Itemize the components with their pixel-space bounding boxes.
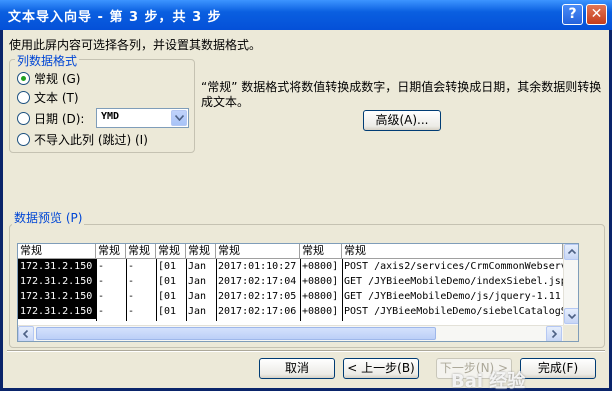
chevron-up-icon	[567, 248, 577, 255]
table-cell[interactable]: 2017:02:17:04	[216, 274, 300, 289]
column-header[interactable]: 常规	[186, 244, 216, 259]
radio-text-label: 文本 (T)	[34, 90, 79, 105]
date-format-value: YMD	[101, 111, 120, 122]
scroll-right-button[interactable]	[546, 326, 562, 341]
data-preview-title: 数据预览 (P)	[12, 209, 85, 226]
radio-text-indicator[interactable]	[17, 90, 30, 104]
radio-skip-label: 不导入此列 (跳过) (I)	[34, 132, 148, 147]
button-separator	[7, 350, 605, 352]
table-cell[interactable]: [01	[156, 304, 186, 319]
table-cell[interactable]: GET /JYBieeMobileDemo/indexSiebel.jsp?c	[342, 274, 563, 289]
column-header[interactable]: 常规	[300, 244, 342, 259]
table-cell[interactable]: Jan	[186, 259, 216, 274]
table-cell[interactable]: POST /JYBieeMobileDemo/siebelCatalogSer	[342, 304, 563, 319]
radio-general-indicator[interactable]	[17, 71, 30, 85]
dropdown-button[interactable]	[171, 110, 187, 126]
table-cell[interactable]: Jan	[186, 304, 216, 319]
radio-date[interactable]: 日期 (D):	[17, 110, 84, 126]
table-cell[interactable]: +0800]	[300, 274, 342, 289]
column-divider[interactable]	[342, 259, 343, 321]
window-title: 文本导入向导 - 第 3 步，共 3 步	[8, 10, 222, 25]
table-cell[interactable]: GET /JYBieeMobileDemo/js/jquery-1.11.3.	[342, 289, 563, 304]
column-header[interactable]: 常规	[342, 244, 563, 259]
table-cell[interactable]: [01	[156, 259, 186, 274]
vertical-scrollbar[interactable]	[563, 244, 578, 325]
table-cell[interactable]: -	[96, 304, 126, 319]
table-cell[interactable]: -	[96, 259, 126, 274]
table-cell[interactable]: 172.31.2.150	[18, 289, 96, 304]
close-button[interactable]: ✕	[586, 4, 607, 25]
horizontal-scroll-thumb[interactable]	[36, 327, 436, 340]
help-icon: ?	[568, 6, 577, 22]
column-divider[interactable]	[126, 259, 127, 321]
table-cell[interactable]: Jan	[186, 289, 216, 304]
scroll-left-button[interactable]	[18, 326, 34, 341]
scroll-up-button[interactable]	[564, 244, 578, 260]
scroll-down-button[interactable]	[564, 308, 578, 324]
table-cell[interactable]: 2017:02:17:06	[216, 304, 300, 319]
watermark-logo: Bai 经验	[451, 371, 526, 392]
column-header[interactable]: 常规	[96, 244, 126, 259]
chevron-down-icon	[175, 115, 184, 121]
table-cell[interactable]: -	[126, 259, 156, 274]
radio-skip[interactable]: 不导入此列 (跳过) (I)	[17, 131, 148, 147]
close-icon: ✕	[590, 6, 603, 22]
table-cell[interactable]: [01	[156, 274, 186, 289]
column-header[interactable]: 常规	[216, 244, 300, 259]
intro-text: 使用此屏内容可选择各列，并设置其数据格式。	[9, 38, 262, 52]
dialog-window: 文本导入向导 - 第 3 步，共 3 步 ? ✕ 使用此屏内容可选择各列，并设置…	[0, 0, 612, 392]
table-cell[interactable]: 2017:01:10:27	[216, 259, 300, 274]
help-button[interactable]: ?	[562, 4, 583, 25]
table-cell[interactable]: 172.31.2.150	[18, 259, 96, 274]
table-cell[interactable]: +0800]	[300, 259, 342, 274]
radio-text[interactable]: 文本 (T)	[17, 89, 79, 105]
table-cell[interactable]: -	[126, 304, 156, 319]
table-cell[interactable]: 2017:02:17:05	[216, 289, 300, 304]
date-format-select[interactable]: YMD	[96, 108, 189, 128]
radio-general-label: 常规 (G)	[34, 71, 81, 86]
table-cell[interactable]: -	[126, 274, 156, 289]
radio-date-indicator[interactable]	[17, 111, 30, 125]
table-cell[interactable]: Jan	[186, 274, 216, 289]
table-cell[interactable]: -	[126, 289, 156, 304]
table-cell[interactable]: [01	[156, 289, 186, 304]
table-cell[interactable]: -	[96, 274, 126, 289]
table-cell[interactable]: -	[96, 289, 126, 304]
column-divider[interactable]	[96, 259, 97, 321]
scrollbar-corner	[563, 325, 578, 341]
radio-date-label: 日期 (D):	[34, 111, 85, 126]
chevron-down-icon	[567, 313, 577, 320]
column-divider[interactable]	[300, 259, 301, 321]
horizontal-scrollbar[interactable]	[18, 325, 563, 341]
table-cell[interactable]: +0800]	[300, 304, 342, 319]
format-description: “常规” 数据格式将数值转换成数字，日期值会转换成日期，其余数据则转换成文本。	[201, 80, 602, 109]
table-cell[interactable]: 172.31.2.150	[18, 304, 96, 319]
advanced-button[interactable]: 高级(A)...	[363, 110, 441, 131]
column-divider[interactable]	[186, 259, 187, 321]
column-divider[interactable]	[216, 259, 217, 321]
column-header[interactable]: 常规	[126, 244, 156, 259]
chevron-left-icon	[22, 329, 29, 339]
radio-general[interactable]: 常规 (G)	[17, 70, 80, 86]
chevron-right-icon	[551, 329, 558, 339]
column-header[interactable]: 常规	[18, 244, 96, 259]
dialog-body: 使用此屏内容可选择各列，并设置其数据格式。 列数据格式 常规 (G) 文本 (T…	[3, 30, 609, 392]
radio-skip-indicator[interactable]	[17, 132, 30, 146]
data-preview-grid[interactable]: 常规 常规 常规 常规 常规 常规 常规 常规 172.31.2.150 - -…	[17, 243, 579, 342]
finish-button[interactable]: 完成(F)	[520, 358, 596, 379]
table-cell[interactable]: 172.31.2.150	[18, 274, 96, 289]
back-button[interactable]: < 上一步(B)	[343, 358, 419, 379]
table-cell[interactable]: +0800]	[300, 289, 342, 304]
title-bar[interactable]: 文本导入向导 - 第 3 步，共 3 步 ? ✕	[0, 0, 612, 30]
column-header[interactable]: 常规	[156, 244, 186, 259]
column-divider[interactable]	[156, 259, 157, 321]
column-format-title: 列数据格式	[15, 52, 80, 69]
cancel-button[interactable]: 取消	[259, 358, 335, 379]
table-cell[interactable]: POST /axis2/services/CrmCommonWebservic	[342, 259, 563, 274]
